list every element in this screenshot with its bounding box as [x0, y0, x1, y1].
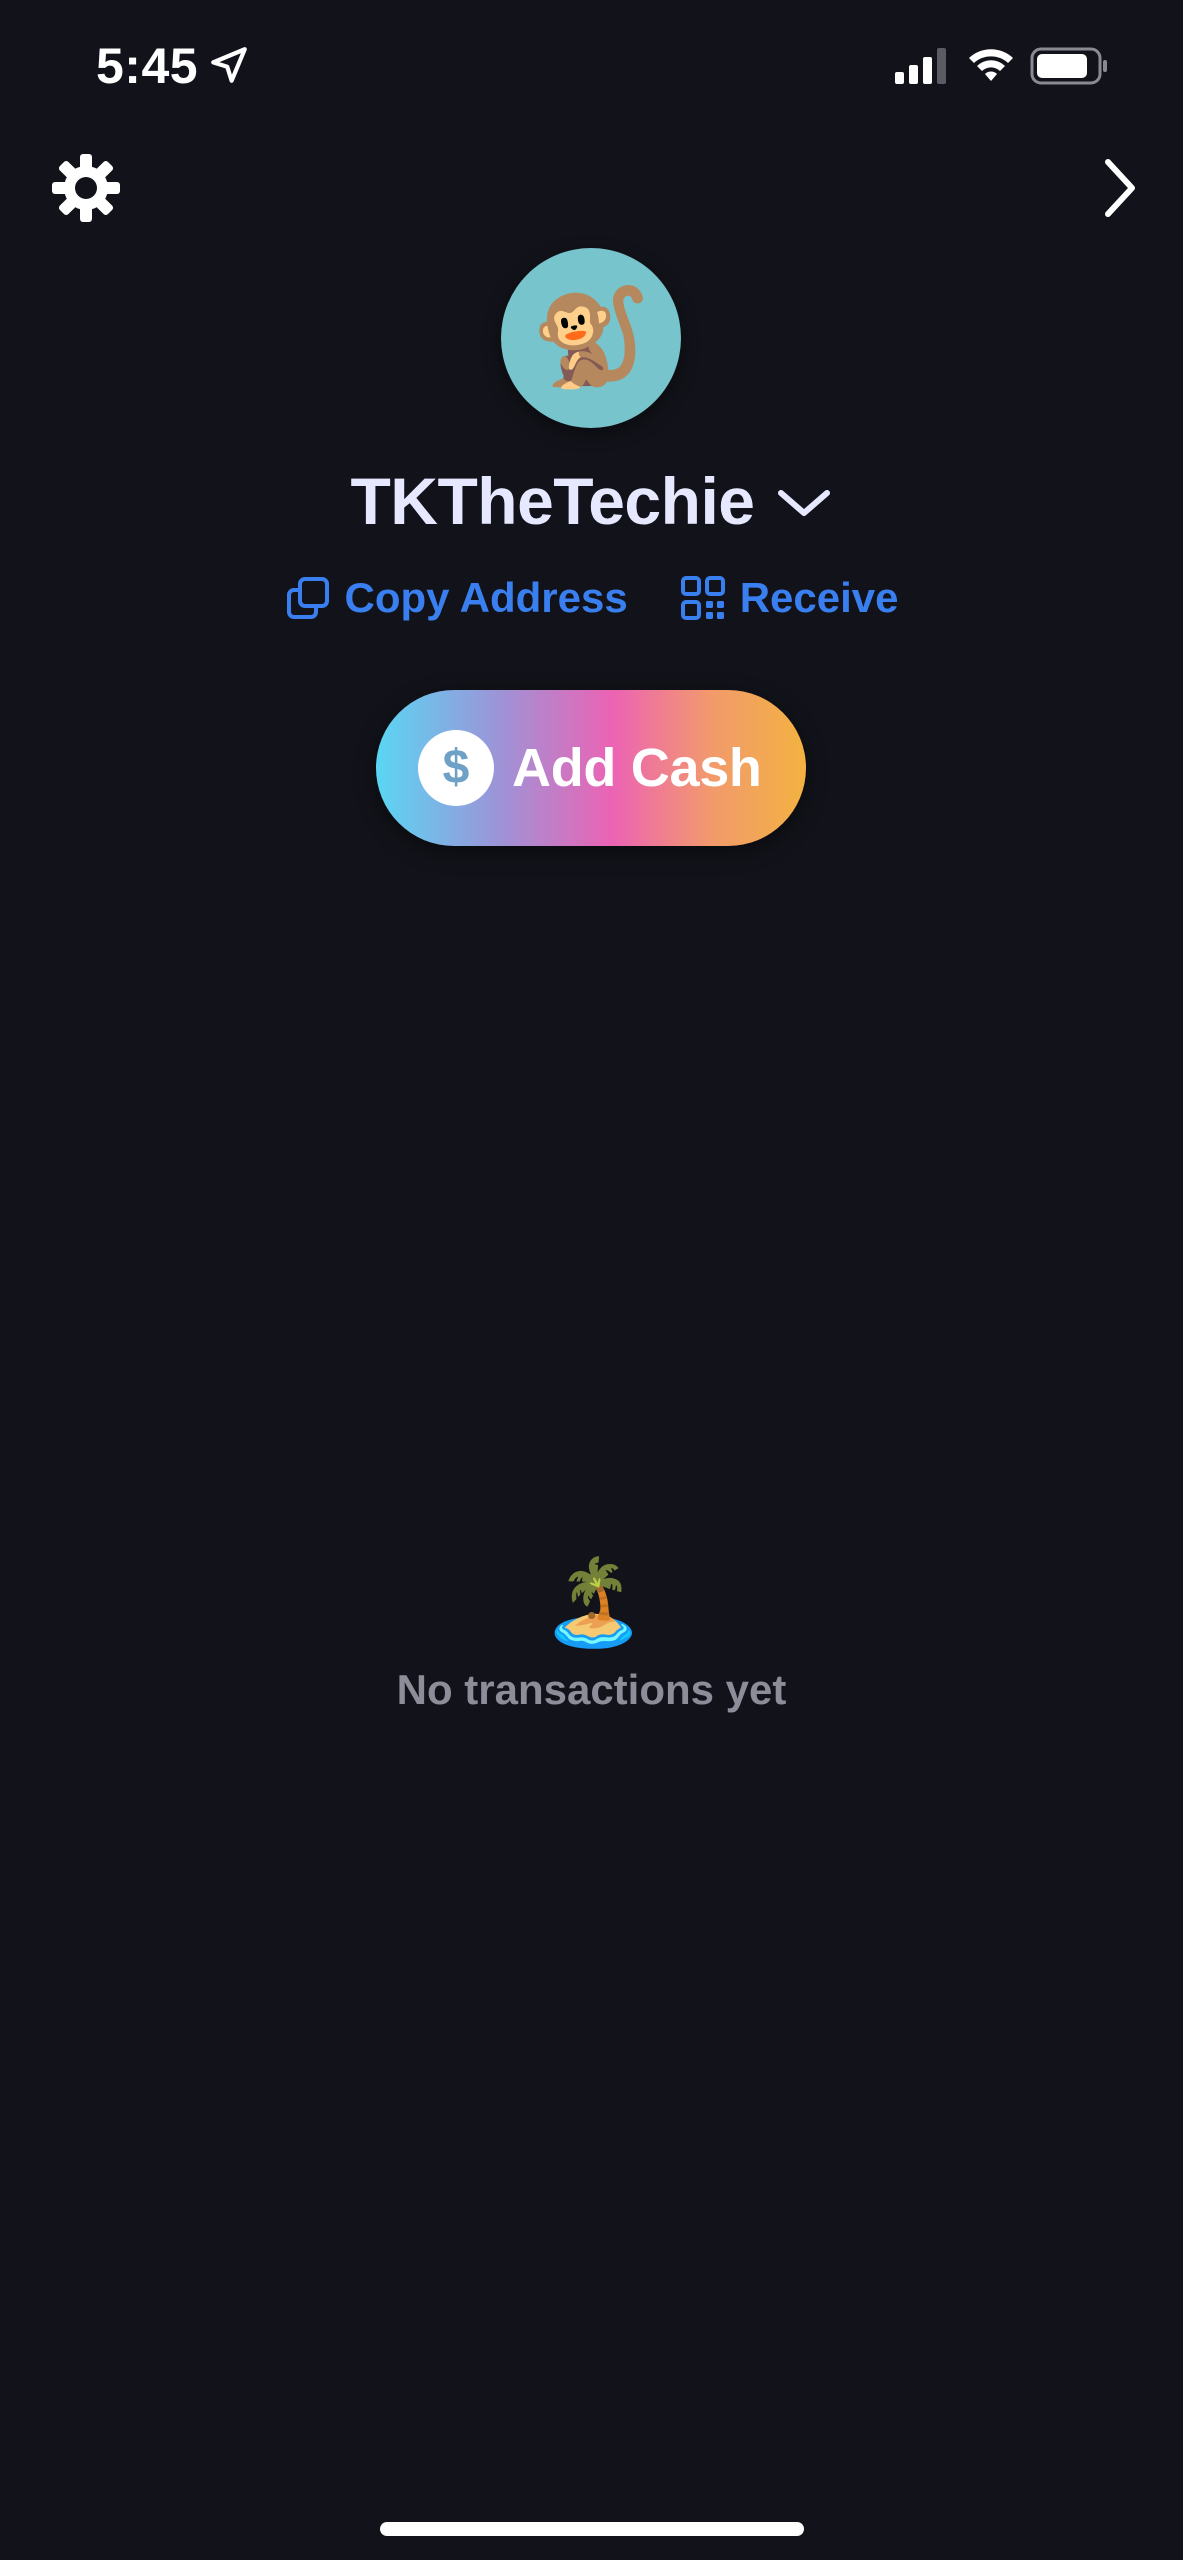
dollar-icon: $	[418, 730, 494, 806]
status-bar: 5:45	[0, 0, 1183, 130]
chevron-down-icon	[777, 490, 830, 516]
account-name: TKTheTechie	[350, 464, 755, 538]
cellular-signal-icon	[895, 48, 946, 84]
avatar[interactable]: 🐒	[501, 248, 681, 428]
qr-code-icon	[680, 576, 725, 620]
location-arrow-icon	[211, 47, 247, 83]
battery-icon	[1030, 47, 1107, 85]
status-time: 5:45	[96, 38, 199, 94]
avatar-emoji: 🐒	[531, 284, 651, 391]
copy-address-label: Copy Address	[344, 574, 628, 621]
wifi-icon	[969, 49, 1013, 81]
copy-address-button[interactable]: Copy Address	[285, 566, 628, 630]
home-indicator[interactable]	[380, 2522, 804, 2536]
add-cash-button[interactable]: $ Add Cash	[376, 690, 806, 846]
empty-state-message: No transactions yet	[396, 1666, 787, 1713]
dollar-symbol: $	[442, 741, 470, 794]
chevron-right-icon	[1105, 159, 1135, 217]
copy-icon	[286, 577, 329, 619]
receive-label: Receive	[739, 574, 899, 621]
forward-button[interactable]	[1090, 150, 1150, 226]
receive-button[interactable]: Receive	[680, 566, 899, 630]
account-switcher[interactable]: TKTheTechie	[0, 456, 1183, 546]
island-icon: 🏝️	[541, 1555, 646, 1649]
gear-icon	[52, 154, 120, 222]
address-actions: Copy Address Receive	[0, 566, 1183, 630]
settings-button[interactable]	[48, 150, 124, 226]
add-cash-label: Add Cash	[512, 738, 762, 798]
